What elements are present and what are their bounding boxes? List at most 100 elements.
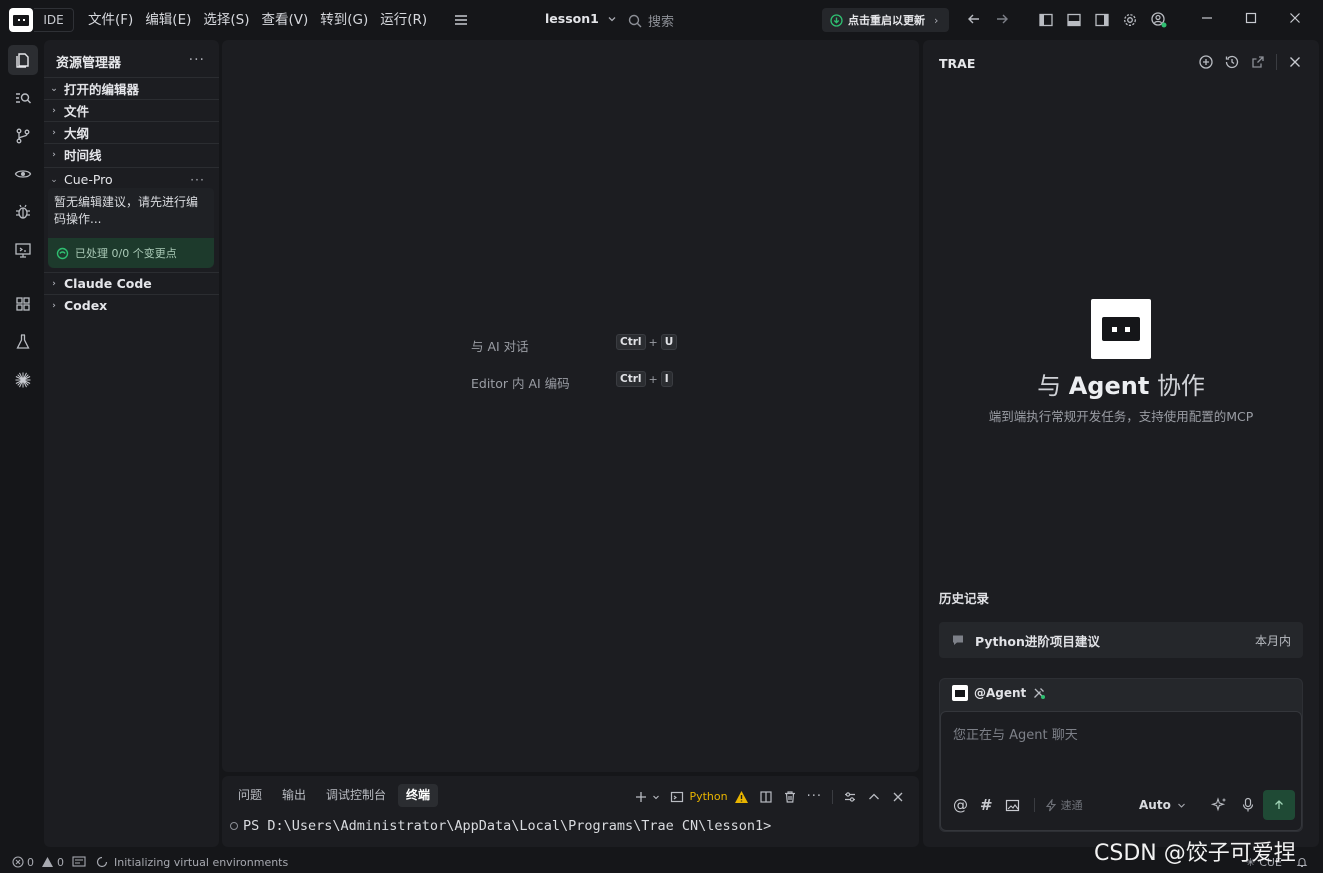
lightning-icon <box>1045 798 1056 811</box>
section-outline[interactable]: › 大纲 <box>44 121 219 143</box>
chevron-right-icon: › <box>52 105 56 116</box>
terminal-profile[interactable]: Python <box>689 790 727 803</box>
tab-problems[interactable]: 问题 <box>230 784 270 807</box>
menu-run[interactable]: 运行(R) <box>374 10 433 30</box>
close-chat-icon[interactable] <box>1287 54 1303 70</box>
notifications-bell-icon[interactable] <box>1296 856 1308 868</box>
history-item[interactable]: Python进阶项目建议 本月内 <box>939 622 1303 658</box>
new-terminal-plus-icon[interactable] <box>634 790 648 804</box>
activity-remote[interactable] <box>8 235 38 265</box>
monitor-icon <box>15 243 31 258</box>
panel-tabs: 问题 输出 调试控制台 终端 <box>230 784 439 807</box>
activity-testing[interactable] <box>8 327 38 357</box>
global-search[interactable]: 搜索 <box>628 11 674 30</box>
chevron-down-icon <box>1177 803 1185 808</box>
split-terminal-icon[interactable] <box>759 790 773 804</box>
minimize-icon[interactable] <box>1200 11 1214 25</box>
new-chat-icon[interactable] <box>1198 54 1214 70</box>
chevron-down-icon[interactable] <box>652 793 660 801</box>
activity-claude[interactable] <box>8 365 38 395</box>
activity-preview[interactable] <box>8 159 38 189</box>
git-branch-icon <box>16 128 30 144</box>
history-title: 历史记录 <box>939 591 990 606</box>
key-ctrl: Ctrl <box>616 371 646 387</box>
cue-logo-icon <box>56 247 69 259</box>
chat-headline: 与 Agent 协作 <box>923 366 1319 401</box>
sparkle-burst-icon <box>15 372 31 388</box>
chat-input[interactable]: 您正在与 Agent 聊天 @ # 速通 Auto <box>940 711 1302 831</box>
maximize-icon[interactable] <box>1244 11 1258 25</box>
activity-extensions[interactable] <box>8 289 38 319</box>
section-label: Claude Code <box>64 276 152 291</box>
speed-mode-toggle[interactable]: 速通 <box>1061 797 1083 813</box>
problems-indicator[interactable]: 0 0 <box>12 856 64 869</box>
menu-file[interactable]: 文件(F) <box>82 10 139 30</box>
toggle-primary-sidebar-icon[interactable] <box>1038 12 1054 28</box>
tab-output[interactable]: 输出 <box>274 784 314 807</box>
chevron-down-icon: ⌄ <box>50 83 58 94</box>
menu-goto[interactable]: 转到(G) <box>314 10 374 30</box>
loading-spinner-icon <box>96 856 108 868</box>
activity-explorer[interactable] <box>8 45 38 75</box>
menu-select[interactable]: 选择(S) <box>197 10 255 30</box>
hint-chat-label: 与 AI 对话 <box>471 339 529 354</box>
terminal-icon <box>671 791 684 802</box>
more-actions-icon[interactable]: ··· <box>807 789 822 804</box>
update-label: 点击重启以更新 <box>848 14 925 27</box>
open-external-icon[interactable] <box>1250 54 1266 70</box>
download-update-icon <box>830 13 843 27</box>
terminal-output[interactable]: PS D:\Users\Administrator\AppData\Local\… <box>230 818 771 834</box>
ide-mode-chip[interactable]: IDE <box>34 8 74 32</box>
microphone-icon[interactable] <box>1241 797 1255 813</box>
tune-settings-icon[interactable] <box>843 790 857 804</box>
section-label: Cue-Pro <box>64 172 113 187</box>
hash-context-icon[interactable]: # <box>980 796 993 814</box>
remote-ports-icon[interactable] <box>72 856 86 868</box>
chevron-right-icon: › <box>52 149 56 160</box>
agent-selector[interactable]: @Agent <box>952 685 1046 701</box>
forward-arrow-icon[interactable] <box>994 11 1010 27</box>
section-timeline[interactable]: › 时间线 <box>44 143 219 165</box>
sparkle-enhance-icon[interactable] <box>1211 797 1227 813</box>
account-avatar-icon[interactable] <box>1150 11 1168 29</box>
eye-icon <box>14 170 32 178</box>
editor-area[interactable]: 与 AI 对话 Ctrl + U Editor 内 AI 编码 Ctrl + I <box>222 40 919 772</box>
activity-search[interactable] <box>8 83 38 113</box>
section-open-editors[interactable]: ⌄ 打开的编辑器 <box>44 77 219 99</box>
error-count: 0 <box>27 855 34 869</box>
section-codex[interactable]: › Codex <box>44 294 219 316</box>
history-clock-icon[interactable] <box>1224 54 1240 70</box>
menu-view[interactable]: 查看(V) <box>256 10 315 30</box>
headline-suffix: 协作 <box>1156 372 1205 400</box>
activity-debug[interactable] <box>8 197 38 227</box>
restart-update-button[interactable]: 点击重启以更新 › <box>822 8 949 32</box>
back-arrow-icon[interactable] <box>966 11 982 27</box>
model-selector[interactable]: Auto <box>1139 798 1186 812</box>
more-actions-icon[interactable]: ··· <box>189 52 205 68</box>
close-window-icon[interactable] <box>1288 11 1302 25</box>
close-panel-icon[interactable] <box>891 790 905 804</box>
section-files[interactable]: › 文件 <box>44 99 219 121</box>
section-claude-code[interactable]: › Claude Code <box>44 272 219 294</box>
extensions-grid-icon <box>16 297 30 311</box>
activity-source-control[interactable] <box>8 121 38 151</box>
chat-input-box: @Agent 您正在与 Agent 聊天 @ # 速通 Auto <box>939 678 1303 832</box>
tab-debug-console[interactable]: 调试控制台 <box>318 784 394 807</box>
chevron-down-icon: ⌄ <box>50 174 58 185</box>
cue-message: 暂无编辑建议，请先进行编码操作... <box>54 195 199 226</box>
mention-at-icon[interactable]: @ <box>953 796 968 814</box>
send-button[interactable] <box>1263 790 1295 820</box>
toggle-secondary-sidebar-icon[interactable] <box>1094 12 1110 28</box>
settings-gear-icon[interactable] <box>1122 12 1138 28</box>
more-menu-icon[interactable] <box>452 11 470 29</box>
toggle-panel-icon[interactable] <box>1066 12 1082 28</box>
tab-terminal[interactable]: 终端 <box>398 784 439 807</box>
cue-more-icon[interactable]: ··· <box>190 172 205 187</box>
project-switcher[interactable]: lesson1 <box>545 11 617 26</box>
chat-title: TRAE <box>939 56 976 71</box>
key-ctrl: Ctrl <box>616 334 646 350</box>
menu-edit[interactable]: 编辑(E) <box>139 10 197 30</box>
trash-icon[interactable] <box>783 790 797 804</box>
maximize-panel-icon[interactable] <box>867 790 881 804</box>
image-upload-icon[interactable] <box>1005 798 1020 813</box>
